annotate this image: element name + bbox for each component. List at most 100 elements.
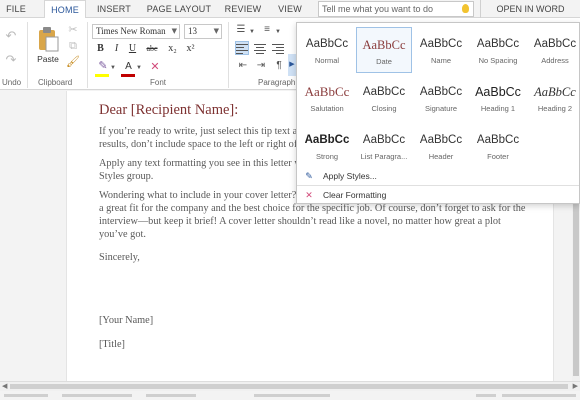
- style-sample: AaBbCc: [304, 134, 350, 146]
- style-name: Salutation: [310, 104, 344, 113]
- status-item: [146, 394, 196, 397]
- clear-formatting-icon[interactable]: ✕: [148, 61, 162, 75]
- style-name: No Spacing: [478, 56, 518, 65]
- style-salutation[interactable]: AaBbCc Salutation: [299, 75, 355, 121]
- tell-me-search-input[interactable]: Tell me what you want to do: [318, 1, 474, 17]
- horizontal-scrollbar[interactable]: ◀ ▶: [0, 381, 580, 391]
- clipboard-group-label: Clipboard: [38, 78, 73, 87]
- superscript-button[interactable]: x²: [184, 42, 197, 56]
- paste-button[interactable]: Paste: [34, 24, 62, 68]
- group-divider: [228, 22, 229, 88]
- apply-styles-icon: ✎: [305, 171, 313, 181]
- font-size-dropdown[interactable]: 13 ▼: [184, 24, 222, 39]
- tab-view[interactable]: VIEW: [270, 0, 310, 18]
- style-no-spacing[interactable]: AaBbCc No Spacing: [470, 27, 526, 73]
- undo-icon[interactable]: ↶: [4, 29, 18, 44]
- style-footer[interactable]: AaBbCc Footer: [470, 123, 526, 169]
- align-right-button[interactable]: [272, 42, 284, 54]
- paragraph-group-label: Paragraph: [258, 78, 296, 87]
- style-name-style[interactable]: AaBbCc Name: [413, 27, 469, 73]
- copy-icon[interactable]: ⧉: [66, 40, 80, 54]
- style-sample: AaBbCc: [362, 86, 406, 98]
- chevron-down-icon: ▼: [171, 27, 177, 35]
- scroll-right-icon[interactable]: ▶: [573, 382, 578, 391]
- style-sample: AaBbCc: [419, 38, 463, 50]
- italic-button[interactable]: I: [110, 42, 123, 56]
- style-address[interactable]: AaBbCc Address: [527, 27, 579, 73]
- style-name: Name: [430, 56, 451, 65]
- style-signature[interactable]: AaBbCc Signature: [413, 75, 469, 121]
- open-in-word-button[interactable]: OPEN IN WORD: [480, 0, 580, 18]
- group-divider: [27, 22, 28, 88]
- bold-button[interactable]: B: [94, 42, 107, 56]
- chevron-down-icon[interactable]: ▼: [109, 62, 117, 76]
- style-sample: AaBbCc: [419, 134, 463, 146]
- tell-me-placeholder: Tell me what you want to do: [322, 4, 434, 14]
- status-item: [62, 394, 132, 397]
- font-size-value: 13: [188, 26, 197, 36]
- style-name: Heading 1: [480, 104, 516, 113]
- style-sample: AaBbCc: [304, 84, 350, 99]
- style-normal[interactable]: AaBbCc Normal: [299, 27, 355, 73]
- apply-styles-button[interactable]: ✎ Apply Styles...: [303, 169, 377, 183]
- chevron-down-icon[interactable]: ▼: [135, 62, 143, 76]
- style-date[interactable]: AaBbCc Date: [356, 27, 412, 73]
- style-sample: AaBbCc: [476, 38, 520, 50]
- scroll-left-icon[interactable]: ◀: [2, 382, 7, 391]
- increase-indent-icon[interactable]: ⇥: [254, 60, 268, 74]
- format-painter-icon[interactable]: 🖌: [66, 56, 80, 70]
- subscript-button[interactable]: x₂: [166, 42, 179, 56]
- align-left-button[interactable]: [235, 41, 249, 55]
- highlight-color-bar: [95, 74, 109, 77]
- chevron-down-icon[interactable]: ▼: [248, 26, 256, 40]
- styles-gallery-dropdown: AaBbCc Normal AaBbCc Date AaBbCc Name Aa…: [296, 22, 580, 204]
- font-color-button[interactable]: A: [122, 60, 135, 74]
- status-item: [476, 394, 496, 397]
- decrease-indent-icon[interactable]: ⇤: [236, 60, 250, 74]
- paragraph-mark-icon[interactable]: ¶: [272, 60, 286, 74]
- tab-review[interactable]: REVIEW: [220, 0, 266, 18]
- underline-button[interactable]: U: [126, 42, 139, 56]
- highlight-icon[interactable]: ✎: [96, 60, 110, 74]
- style-name: Footer: [487, 152, 509, 161]
- tab-insert[interactable]: INSERT: [90, 0, 138, 18]
- numbering-icon[interactable]: ≡: [260, 24, 274, 38]
- clear-formatting-label: Clear Formatting: [323, 190, 387, 200]
- font-name-dropdown[interactable]: Times New Roman ▼: [92, 24, 180, 39]
- chevron-down-icon[interactable]: ▼: [274, 26, 282, 40]
- style-closing[interactable]: AaBbCc Closing: [356, 75, 412, 121]
- vertical-scroll-thumb[interactable]: [573, 186, 579, 376]
- styles-gallery-scroll-button[interactable]: ▶: [288, 54, 296, 76]
- align-center-button[interactable]: [254, 42, 266, 54]
- group-divider: [87, 22, 88, 88]
- style-heading-2[interactable]: AaBbCc Heading 2: [527, 75, 579, 121]
- style-name: List Paragra...: [360, 152, 408, 161]
- style-name: Heading 2: [537, 104, 573, 113]
- style-sample: AaBbCc: [476, 134, 520, 146]
- strikethrough-button[interactable]: abc: [142, 42, 162, 56]
- redo-icon[interactable]: ↷: [4, 53, 18, 68]
- style-sample: AaBbCc: [534, 85, 576, 99]
- undo-group-label: Undo: [2, 78, 22, 87]
- bullets-icon[interactable]: ☰: [234, 24, 248, 38]
- style-heading-1[interactable]: AaBbCc Heading 1: [470, 75, 526, 121]
- clear-formatting-button[interactable]: ✕ Clear Formatting: [303, 188, 386, 202]
- tab-page-layout[interactable]: PAGE LAYOUT: [142, 0, 216, 18]
- font-color-bar: [121, 74, 135, 77]
- horizontal-scroll-thumb[interactable]: [10, 384, 568, 389]
- cut-icon[interactable]: ✂: [66, 24, 80, 38]
- tab-home[interactable]: HOME: [44, 0, 86, 19]
- status-item: [254, 394, 330, 397]
- style-strong[interactable]: AaBbCc Strong: [299, 123, 355, 169]
- style-sample: AaBbCc: [475, 85, 521, 99]
- status-item: [502, 394, 576, 397]
- tab-file[interactable]: FILE: [0, 0, 32, 18]
- style-name: Strong: [315, 152, 339, 161]
- style-name: Header: [428, 152, 454, 161]
- style-header[interactable]: AaBbCc Header: [413, 123, 469, 169]
- style-name: Date: [376, 57, 392, 66]
- font-name-value: Times New Roman: [96, 26, 166, 36]
- style-sample: AaBbCc: [533, 38, 577, 50]
- style-list-paragraph[interactable]: AaBbCc List Paragra...: [356, 123, 412, 169]
- closing-line: Sincerely,: [99, 252, 140, 263]
